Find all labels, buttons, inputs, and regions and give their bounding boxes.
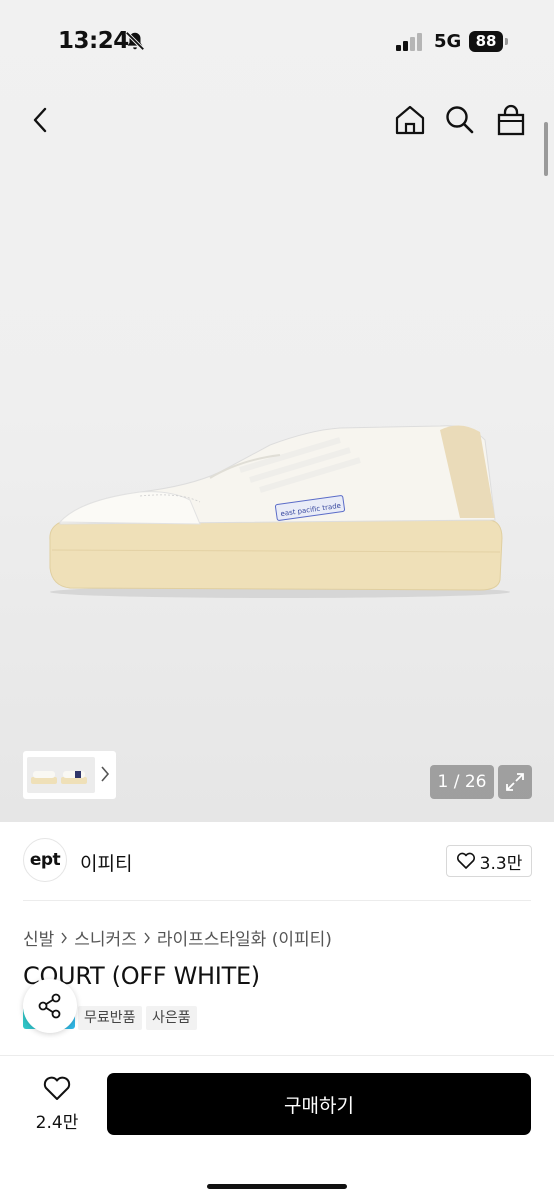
cart-button[interactable] (489, 98, 533, 142)
divider (23, 900, 531, 901)
back-chevron-icon (33, 107, 47, 133)
scroll-indicator[interactable] (544, 122, 548, 176)
brand-like-button[interactable]: 3.3만 (446, 845, 532, 877)
battery-level: 88 (469, 31, 503, 52)
breadcrumb: 신발 스니커즈 라이프스타일화 (이피티) (23, 925, 332, 950)
home-button[interactable] (388, 98, 432, 142)
battery-tip (505, 38, 508, 45)
product-image: east pacific trade (49, 425, 510, 598)
home-indicator (207, 1184, 347, 1189)
search-button[interactable] (438, 98, 482, 142)
tag-free-return: 무료반품 (78, 1006, 142, 1030)
thumbnail-image[interactable] (27, 757, 95, 793)
bell-slash-icon (125, 31, 145, 51)
brand-like-count: 3.3만 (479, 853, 523, 874)
shopping-bag-icon (497, 104, 525, 136)
chevron-right-icon (101, 766, 110, 782)
brand-name[interactable]: 이피티 (80, 849, 132, 876)
share-button[interactable] (23, 979, 77, 1033)
chevron-right-icon (144, 932, 150, 943)
expand-button[interactable] (498, 765, 532, 799)
status-time: 13:24 (58, 28, 129, 54)
home-icon (395, 105, 425, 135)
expand-icon (506, 773, 524, 791)
tag-gift: 사은품 (146, 1006, 197, 1030)
chevron-right-icon (61, 932, 68, 943)
status-bar: 13:24 5G 88 (0, 0, 554, 84)
heart-outline-icon (43, 1076, 71, 1100)
buy-button[interactable]: 구매하기 (107, 1073, 531, 1135)
heart-icon (456, 852, 475, 869)
breadcrumb-item[interactable]: 신발 (23, 925, 54, 950)
brand-logo[interactable]: ept (23, 838, 67, 882)
breadcrumb-item[interactable]: 라이프스타일화 (이피티) (157, 925, 332, 950)
breadcrumb-item[interactable]: 스니커즈 (74, 925, 137, 950)
back-button[interactable] (18, 98, 62, 142)
signal-icon (396, 33, 422, 51)
search-icon (446, 106, 474, 134)
network-type: 5G (434, 31, 462, 52)
thumbnail-strip[interactable] (23, 751, 116, 799)
wish-count: 2.4만 (35, 1113, 79, 1133)
image-counter: 1 / 26 (430, 765, 494, 799)
share-icon (38, 993, 61, 1019)
